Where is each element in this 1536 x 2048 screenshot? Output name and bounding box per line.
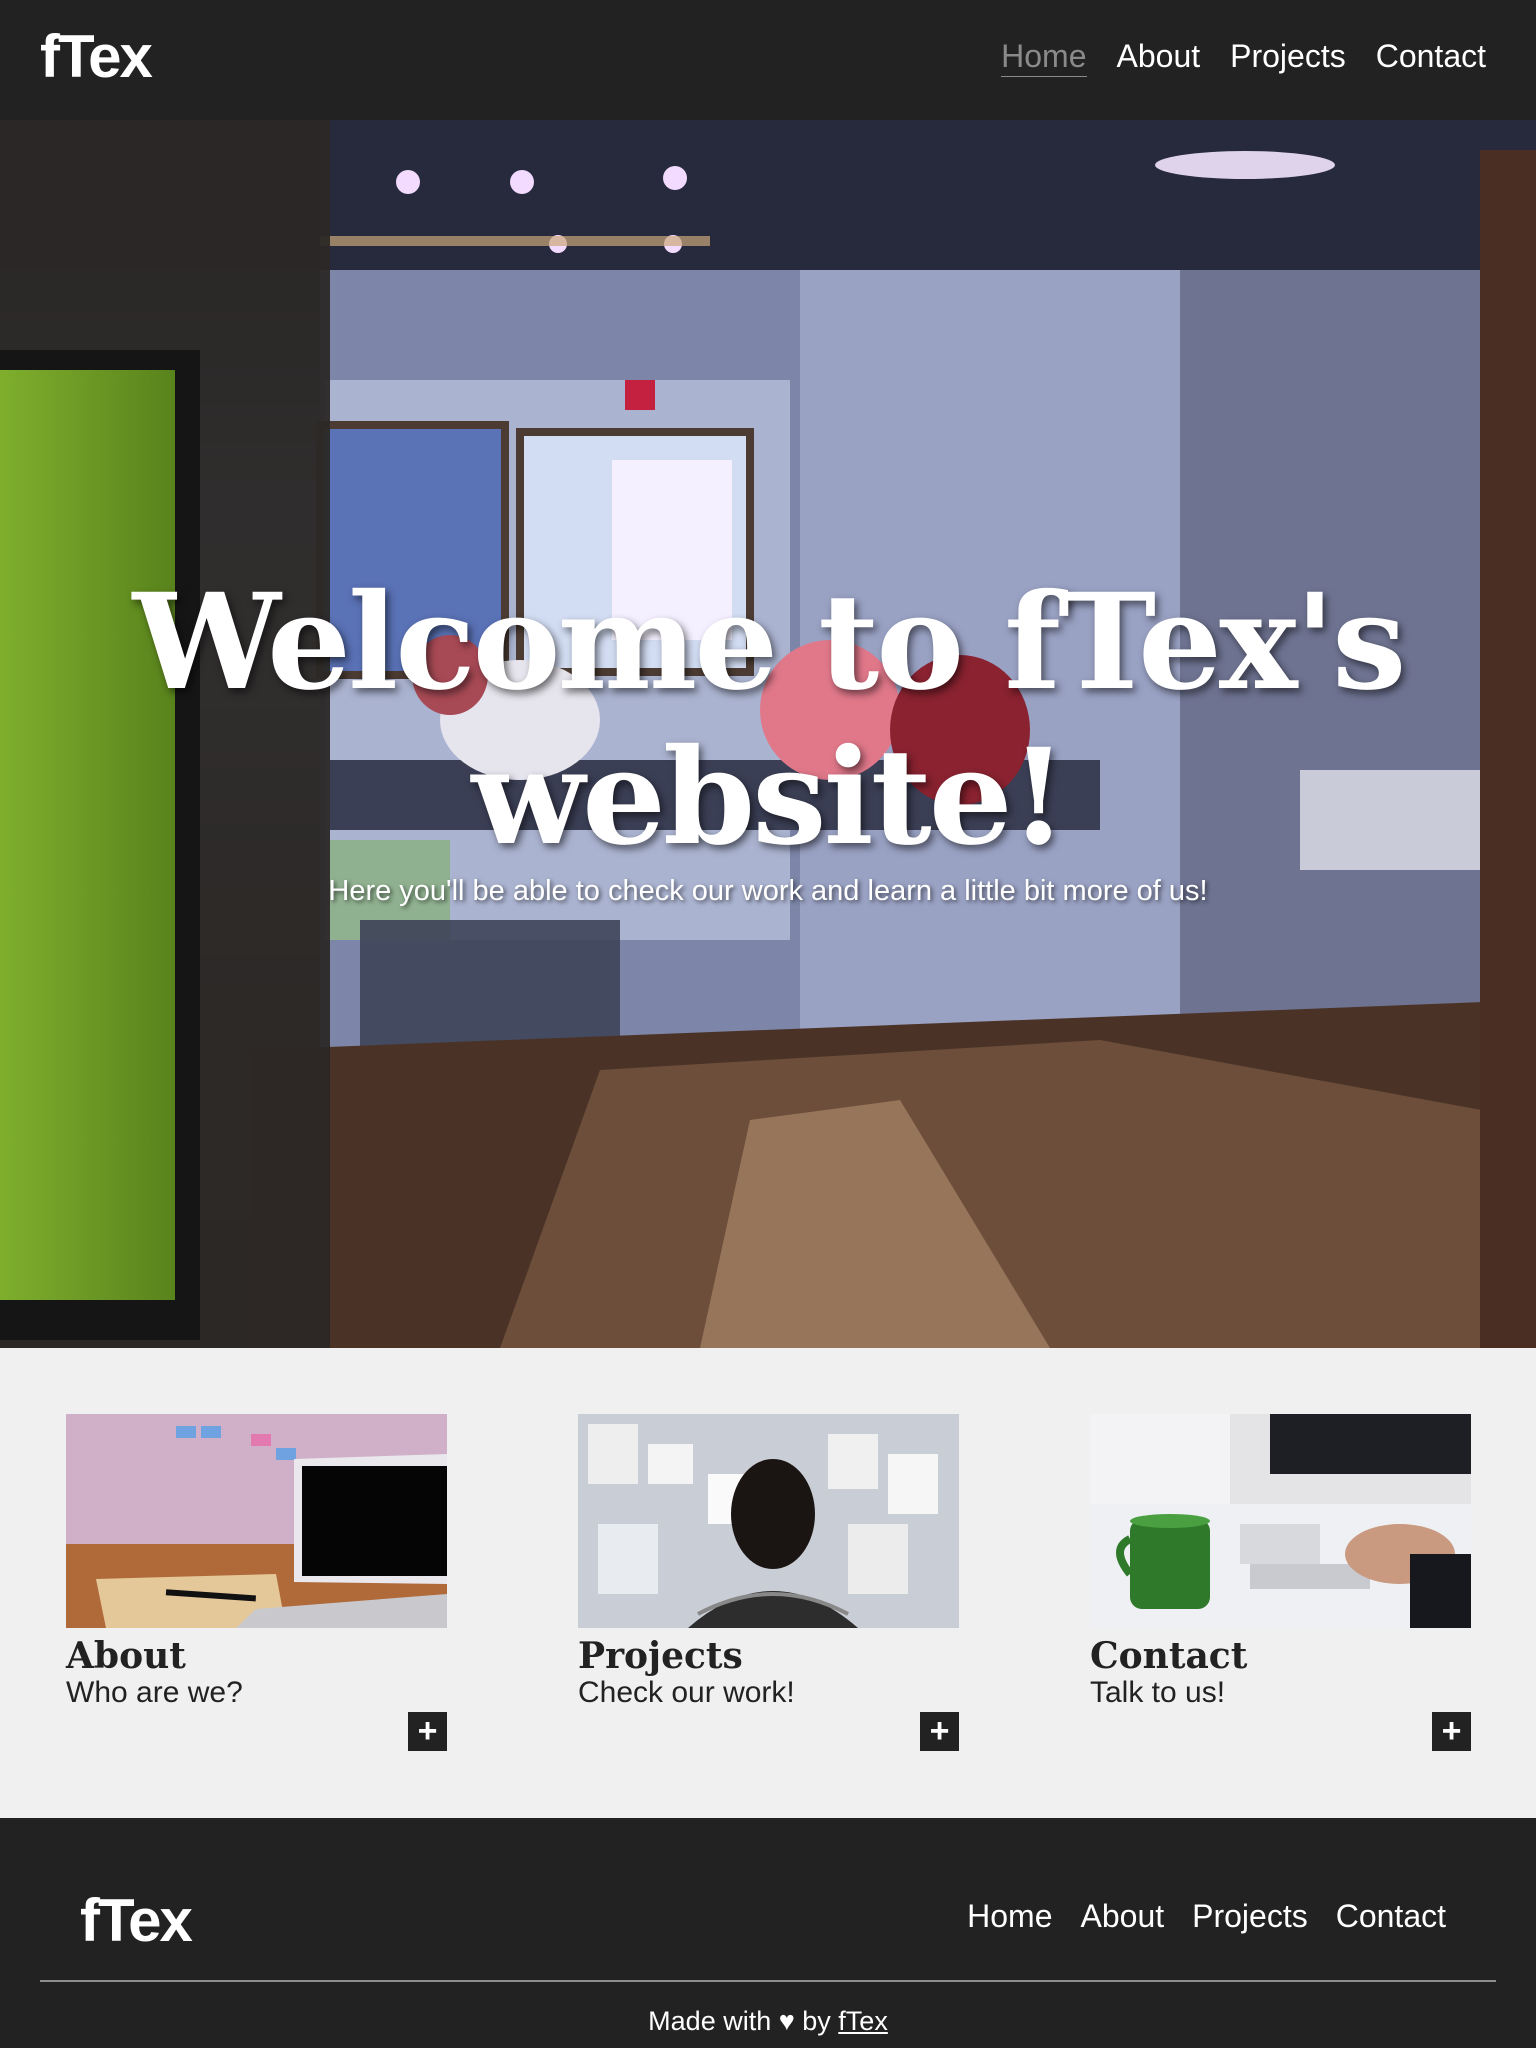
footer-nav: Home About Projects Contact: [967, 1896, 1446, 1936]
nav-contact-link[interactable]: Contact: [1376, 36, 1486, 77]
hero-section: Welcome to fTex's website! Here you'll b…: [0, 120, 1536, 1348]
footer-divider: [40, 1980, 1496, 1982]
main-nav: Home About Projects Contact: [1001, 36, 1486, 77]
footer-credit: Made with ♥ by fTex: [0, 2006, 1536, 2037]
contact-thumbnail-image: [1090, 1414, 1471, 1628]
card-title: Contact: [1090, 1635, 1248, 1677]
projects-thumbnail-image: [578, 1414, 959, 1628]
card-description: Talk to us!: [1090, 1676, 1226, 1709]
nav-home-link[interactable]: Home: [1001, 36, 1087, 77]
card-about[interactable]: About Who are we? +: [66, 1414, 447, 1754]
credit-link[interactable]: fTex: [838, 2006, 888, 2036]
expand-button[interactable]: +: [920, 1712, 959, 1751]
nav-about-link[interactable]: About: [1117, 36, 1201, 77]
nav-projects-link[interactable]: Projects: [1230, 36, 1346, 77]
card-projects[interactable]: Projects Check our work! +: [578, 1414, 959, 1754]
card-title: Projects: [578, 1635, 743, 1677]
card-contact[interactable]: Contact Talk to us! +: [1090, 1414, 1471, 1754]
card-title: About: [66, 1635, 186, 1677]
footer-logo[interactable]: fTex: [80, 1886, 193, 1956]
logo[interactable]: fTex: [40, 22, 153, 92]
about-thumbnail-image: [66, 1414, 447, 1628]
footer-nav-about-link[interactable]: About: [1081, 1896, 1165, 1936]
feature-cards: About Who are we? + Projects Check our w…: [0, 1348, 1536, 1818]
credit-text: Made with ♥ by: [648, 2006, 831, 2036]
hero-title: Welcome to fTex's website!: [132, 565, 1407, 875]
site-footer: fTex Home About Projects Contact Made wi…: [0, 1818, 1536, 2048]
expand-button[interactable]: +: [408, 1712, 447, 1751]
expand-button[interactable]: +: [1432, 1712, 1471, 1751]
card-description: Who are we?: [66, 1676, 243, 1709]
card-description: Check our work!: [578, 1676, 795, 1709]
site-header: fTex Home About Projects Contact: [0, 0, 1536, 120]
footer-nav-contact-link[interactable]: Contact: [1336, 1896, 1446, 1936]
footer-nav-home-link[interactable]: Home: [967, 1896, 1052, 1936]
hero-subtitle: Here you'll be able to check our work an…: [328, 875, 1208, 907]
footer-nav-projects-link[interactable]: Projects: [1192, 1896, 1308, 1936]
